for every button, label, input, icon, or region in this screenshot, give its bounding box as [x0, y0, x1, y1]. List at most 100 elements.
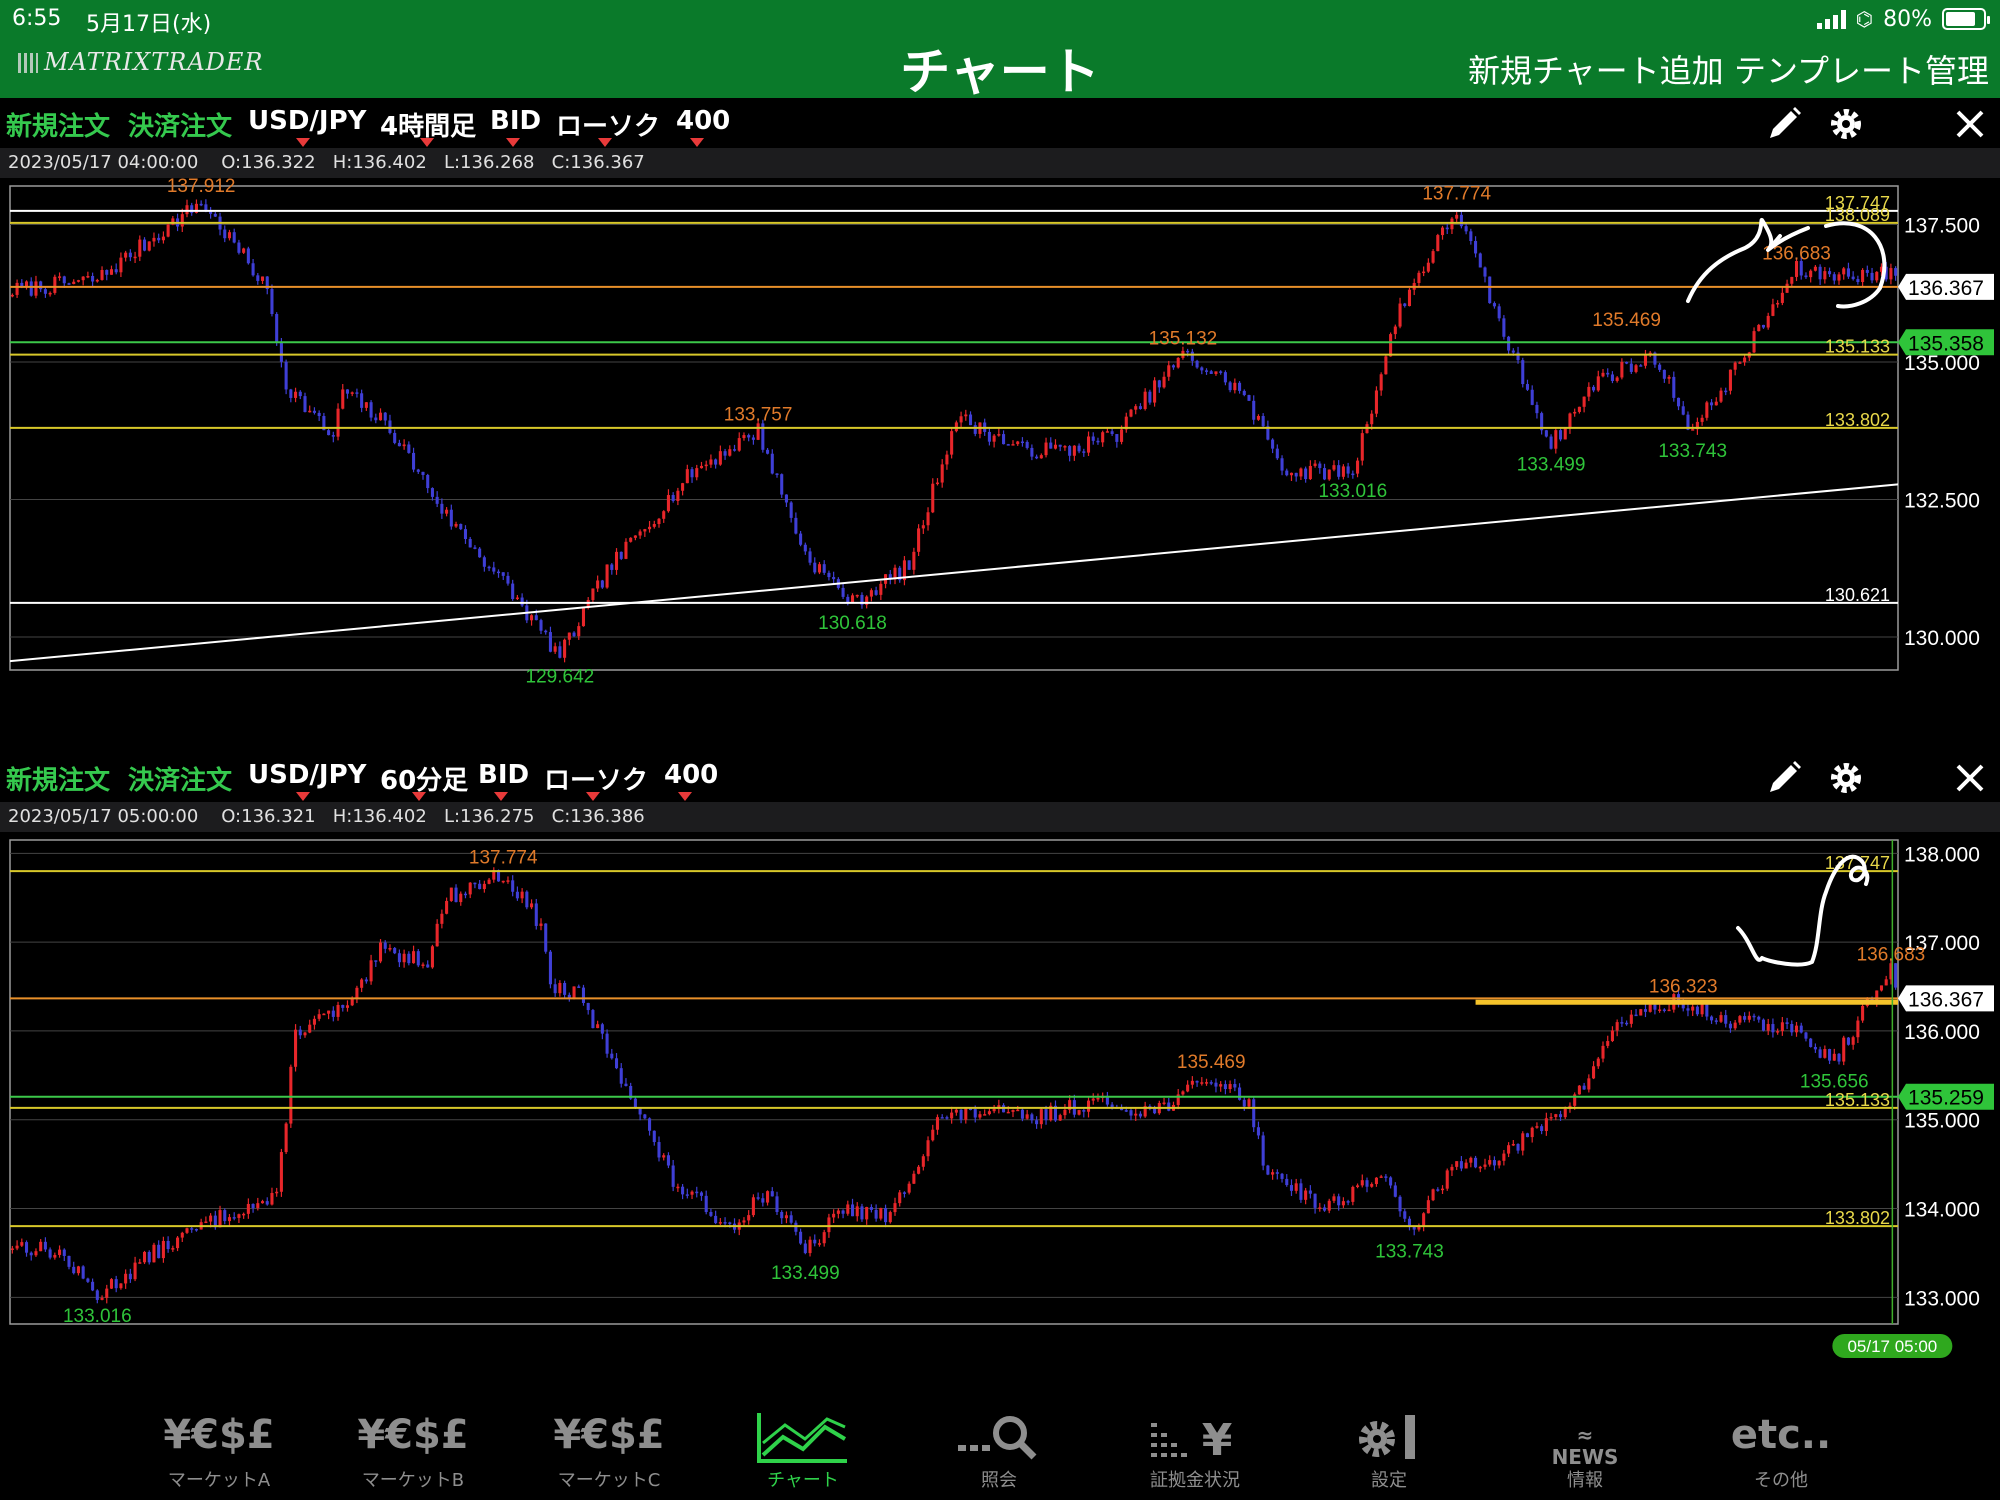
candle-body: [1209, 371, 1213, 374]
add-chart-button[interactable]: 新規チャート追加: [1468, 46, 1724, 92]
candle-body: [336, 1004, 340, 1017]
candle-body: [1464, 1162, 1468, 1169]
candle-body: [1346, 1201, 1350, 1203]
tab-margin[interactable]: ¥ 証拠金状況: [1120, 1404, 1270, 1500]
candle-body: [987, 1111, 991, 1115]
candle-body: [940, 1117, 944, 1119]
high-price-label: 135.469: [1177, 1052, 1246, 1073]
candle-body: [1733, 1022, 1737, 1029]
candle-body: [1818, 1049, 1822, 1058]
candle-body: [1497, 306, 1501, 319]
candle-body: [185, 205, 189, 215]
chart-icon: [728, 1404, 878, 1466]
close-order-button[interactable]: 決済注文: [128, 106, 232, 143]
candle-body: [105, 1288, 109, 1298]
symbol-select[interactable]: USD/JPY: [248, 760, 366, 790]
candle-body: [430, 946, 434, 968]
candle-body: [751, 437, 755, 440]
low-price-label: 129.642: [526, 667, 595, 688]
candle-body: [619, 551, 623, 559]
candle-body: [312, 410, 316, 413]
candle-body: [1124, 1110, 1128, 1112]
new-order-button[interactable]: 新規注文: [6, 760, 110, 797]
candle-body: [511, 583, 515, 599]
candle-body: [1813, 266, 1817, 271]
price-chart-60m[interactable]: 138.000137.000136.000135.000134.000133.0…: [0, 832, 2000, 1404]
gear-icon[interactable]: [1826, 758, 1866, 798]
candle-body: [1214, 1082, 1218, 1087]
candle-body: [1554, 430, 1558, 449]
candle-body: [190, 1228, 194, 1230]
tab-chart[interactable]: チャート: [728, 1404, 878, 1500]
candle-body: [1039, 455, 1043, 459]
candle-body: [369, 960, 373, 982]
candle-body: [284, 1123, 288, 1153]
candle-body: [884, 1208, 888, 1223]
candle-body: [1153, 1108, 1157, 1114]
candle-body: [109, 1279, 114, 1289]
price-type-select[interactable]: BID: [478, 760, 529, 790]
tab-inquiry[interactable]: 照会: [924, 1404, 1074, 1500]
gear-icon[interactable]: [1826, 104, 1866, 144]
candle-body: [515, 597, 519, 600]
candle-body: [232, 1217, 236, 1219]
y-tick-label: 133.000: [1904, 1287, 1980, 1310]
symbol-select[interactable]: USD/JPY: [248, 106, 366, 136]
candle-body: [72, 281, 76, 284]
tab-news[interactable]: ≈ NEWS 情報: [1510, 1404, 1660, 1500]
candle-body: [539, 620, 543, 631]
close-icon[interactable]: [1950, 104, 1990, 144]
candle-body: [1521, 1133, 1525, 1151]
candle-body: [317, 1014, 321, 1019]
candle-body: [666, 1155, 670, 1166]
tab-market-c[interactable]: ¥€$£ マーケットC: [534, 1404, 684, 1500]
candle-body: [1030, 1114, 1034, 1121]
tab-etc[interactable]: etc.. その他: [1706, 1404, 1856, 1500]
candle-body: [166, 1240, 170, 1250]
candle-body: [1691, 1006, 1695, 1011]
tab-market-a[interactable]: ¥€$£ マーケットA: [144, 1404, 294, 1500]
candle-body: [813, 1239, 817, 1244]
candle-body: [699, 1192, 704, 1196]
candle-body: [1884, 979, 1888, 986]
signal-icon: [1816, 9, 1846, 29]
candle-body: [303, 396, 307, 413]
close-order-button[interactable]: 決済注文: [128, 760, 232, 797]
candle-body: [1299, 468, 1303, 477]
bar-count-select[interactable]: 400: [664, 760, 718, 790]
candle-body: [1025, 441, 1029, 448]
candle-body: [270, 289, 274, 314]
candle-body: [605, 564, 609, 588]
high-price-label: 137.774: [469, 847, 538, 868]
candle-body: [841, 1210, 845, 1214]
candle-body: [511, 880, 515, 892]
candle-body: [808, 551, 812, 563]
candle-body: [714, 459, 718, 465]
new-order-button[interactable]: 新規注文: [6, 106, 110, 143]
price-chart-4h[interactable]: 137.500135.000132.500130.000137.747138.0…: [0, 178, 2000, 750]
candle-body: [1809, 270, 1813, 278]
candle-body: [879, 1208, 883, 1219]
candle-body: [298, 391, 302, 397]
candle-body: [1020, 1109, 1024, 1119]
pencil-icon[interactable]: [1764, 104, 1804, 144]
price-type-select[interactable]: BID: [490, 106, 541, 136]
candle-body: [1025, 1114, 1029, 1119]
candle-body: [275, 1191, 279, 1194]
close-icon[interactable]: [1950, 758, 1990, 798]
tab-market-b[interactable]: ¥€$£ マーケットB: [338, 1404, 488, 1500]
candle-body: [1422, 1213, 1426, 1226]
candle-body: [10, 294, 14, 297]
tab-settings[interactable]: 設定: [1314, 1404, 1464, 1500]
template-manage-button[interactable]: テンプレート管理: [1734, 46, 1989, 92]
candle-body: [1507, 1145, 1511, 1154]
candle-body: [161, 1240, 165, 1259]
candle-body: [1412, 1227, 1416, 1230]
candle-body: [799, 1231, 803, 1244]
pencil-icon[interactable]: [1764, 758, 1804, 798]
bar-count-select[interactable]: 400: [676, 106, 730, 136]
candle-body: [1332, 465, 1336, 470]
candle-body: [1757, 1016, 1761, 1020]
candle-body: [648, 1118, 652, 1131]
candle-body: [1086, 436, 1091, 453]
